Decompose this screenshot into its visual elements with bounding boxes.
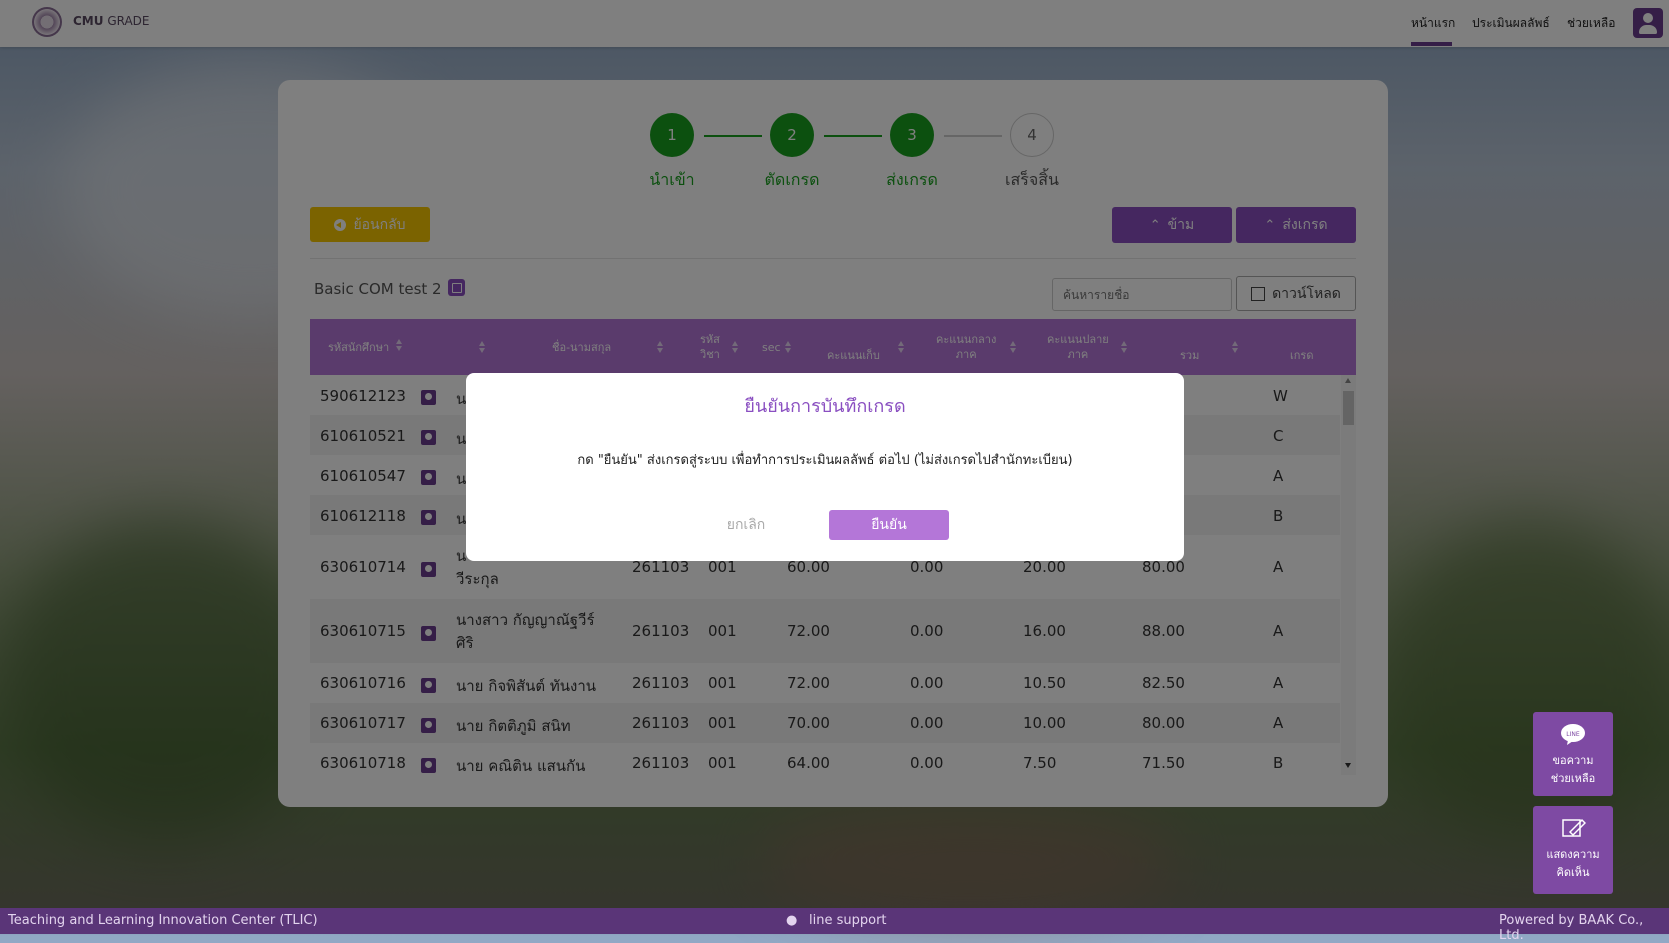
footer-line-support[interactable]: line support: [809, 913, 887, 928]
line-support-icon[interactable]: ●: [786, 913, 797, 928]
cancel-button[interactable]: ยกเลิก: [710, 510, 782, 540]
help-request-button[interactable]: LINE ขอความ ช่วยเหลือ: [1533, 712, 1613, 796]
help-label-1: ขอความ: [1552, 754, 1594, 767]
confirm-button[interactable]: ยืนยัน: [829, 510, 949, 540]
confirm-grade-dialog: ยืนยันการบันทึกเกรด กด "ยืนยัน" ส่งเกรดส…: [466, 373, 1184, 561]
feedback-label-1: แสดงความ: [1546, 848, 1600, 861]
line-chat-icon: LINE: [1561, 724, 1585, 745]
line-icon-text: LINE: [1566, 731, 1580, 738]
footer-tlic: Teaching and Learning Innovation Center …: [8, 913, 318, 928]
dialog-message: กด "ยืนยัน" ส่งเกรดสู่ระบบ เพื่อทำการประ…: [577, 453, 1073, 468]
footer: Teaching and Learning Innovation Center …: [0, 908, 1669, 943]
dialog-title: ยืนยันการบันทึกเกรด: [744, 396, 906, 417]
feedback-label-2: คิดเห็น: [1556, 866, 1590, 879]
help-label-2: ช่วยเหลือ: [1550, 772, 1596, 785]
pencil-note-icon: [1562, 818, 1586, 837]
feedback-button[interactable]: แสดงความ คิดเห็น: [1533, 806, 1613, 894]
footer-powered-by: Powered by BAAK Co., Ltd.: [1499, 913, 1644, 943]
